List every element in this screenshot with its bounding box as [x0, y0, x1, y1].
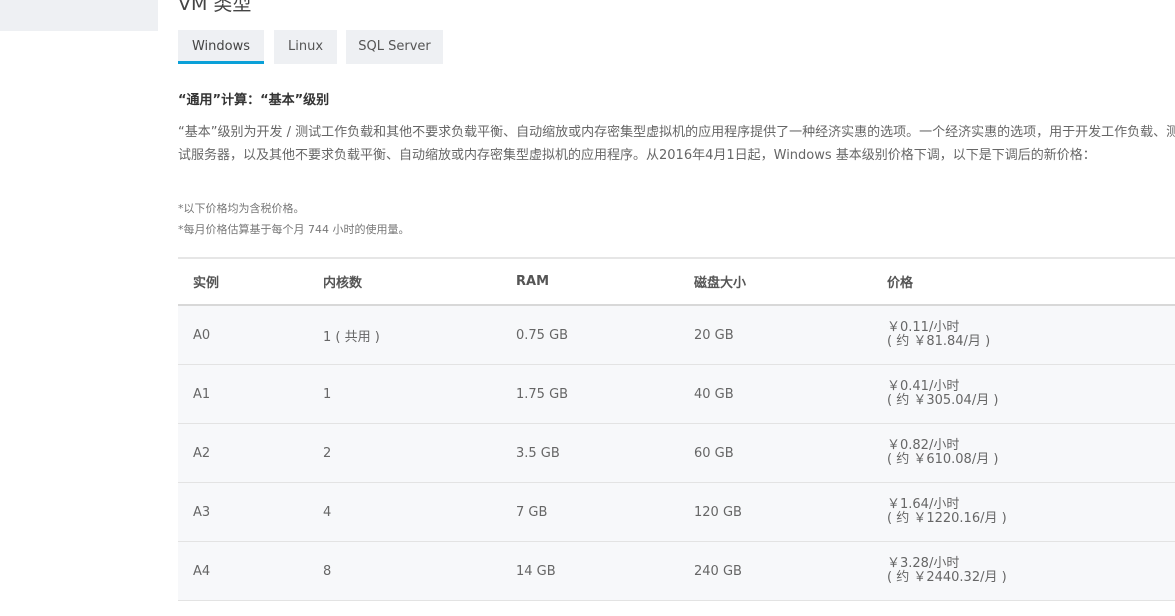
- cell-instance: A3: [178, 482, 308, 542]
- header-price: 价格: [872, 257, 1175, 306]
- cell-disk: 240 GB: [679, 541, 872, 601]
- left-nav-panel: [0, 0, 158, 31]
- pricing-table: 实例 内核数 RAM 磁盘大小 价格 A0 1 ( 共用 ) 0.75 GB 2…: [178, 257, 1175, 601]
- price-hourly: ￥0.41/小时: [887, 379, 960, 394]
- price-hourly: ￥0.82/小时: [887, 438, 960, 453]
- cell-cores: 1 ( 共用 ): [308, 305, 501, 365]
- cell-ram: 14 GB: [501, 541, 679, 601]
- price-hourly: ￥0.11/小时: [887, 320, 960, 335]
- price-monthly: ( 约 ￥81.84/月 ): [887, 334, 991, 349]
- table-row: A0 1 ( 共用 ) 0.75 GB 20 GB ￥0.11/小时 ( 约 ￥…: [178, 305, 1175, 365]
- cell-cores: 1: [308, 364, 501, 424]
- cell-cores: 8: [308, 541, 501, 601]
- cell-price: ￥0.41/小时 ( 约 ￥305.04/月 ): [872, 364, 1175, 424]
- tab-windows[interactable]: Windows: [178, 30, 264, 64]
- cell-instance: A4: [178, 541, 308, 601]
- table-row: A4 8 14 GB 240 GB ￥3.28/小时 ( 约 ￥2440.32/…: [178, 541, 1175, 601]
- price-hourly: ￥1.64/小时: [887, 497, 960, 512]
- tab-sql-server[interactable]: SQL Server: [346, 30, 443, 64]
- header-ram: RAM: [501, 257, 679, 306]
- cell-price: ￥1.64/小时 ( 约 ￥1220.16/月 ): [872, 482, 1175, 542]
- cell-ram: 7 GB: [501, 482, 679, 542]
- header-instance: 实例: [178, 257, 308, 306]
- cell-price: ￥0.11/小时 ( 约 ￥81.84/月 ): [872, 305, 1175, 365]
- price-monthly: ( 约 ￥610.08/月 ): [887, 452, 999, 467]
- cell-ram: 0.75 GB: [501, 305, 679, 365]
- cell-price: ￥3.28/小时 ( 约 ￥2440.32/月 ): [872, 541, 1175, 601]
- table-row: A3 4 7 GB 120 GB ￥1.64/小时 ( 约 ￥1220.16/月…: [178, 482, 1175, 542]
- cell-ram: 1.75 GB: [501, 364, 679, 424]
- section-title: VM 类型: [178, 0, 252, 15]
- cell-instance: A2: [178, 423, 308, 483]
- cell-disk: 60 GB: [679, 423, 872, 483]
- table-row: A1 1 1.75 GB 40 GB ￥0.41/小时 ( 约 ￥305.04/…: [178, 364, 1175, 424]
- cell-disk: 20 GB: [679, 305, 872, 365]
- table-row: A2 2 3.5 GB 60 GB ￥0.82/小时 ( 约 ￥610.08/月…: [178, 423, 1175, 483]
- cell-instance: A1: [178, 364, 308, 424]
- cell-cores: 2: [308, 423, 501, 483]
- price-monthly: ( 约 ￥305.04/月 ): [887, 393, 999, 408]
- monthly-estimate-note: *每月价格估算基于每个月 744 小时的使用量。: [178, 223, 410, 236]
- cell-disk: 40 GB: [679, 364, 872, 424]
- table-header-row: 实例 内核数 RAM 磁盘大小 价格: [178, 257, 1175, 306]
- tier-description: “基本”级别为开发 / 测试工作负载和其他不要求负载平衡、自动缩放或内存密集型虚…: [178, 125, 1175, 163]
- header-disk-size: 磁盘大小: [679, 257, 872, 306]
- price-hourly: ￥3.28/小时: [887, 556, 960, 571]
- cell-cores: 4: [308, 482, 501, 542]
- tier-heading: “通用”计算：“基本”级别: [178, 93, 330, 108]
- price-monthly: ( 约 ￥2440.32/月 ): [887, 570, 1007, 585]
- tax-note: *以下价格均为含税价格。: [178, 202, 305, 215]
- tab-linux[interactable]: Linux: [274, 30, 337, 64]
- cell-price: ￥0.82/小时 ( 约 ￥610.08/月 ): [872, 423, 1175, 483]
- cell-ram: 3.5 GB: [501, 423, 679, 483]
- cell-disk: 120 GB: [679, 482, 872, 542]
- price-monthly: ( 约 ￥1220.16/月 ): [887, 511, 1007, 526]
- header-cores: 内核数: [308, 257, 501, 306]
- cell-instance: A0: [178, 305, 308, 365]
